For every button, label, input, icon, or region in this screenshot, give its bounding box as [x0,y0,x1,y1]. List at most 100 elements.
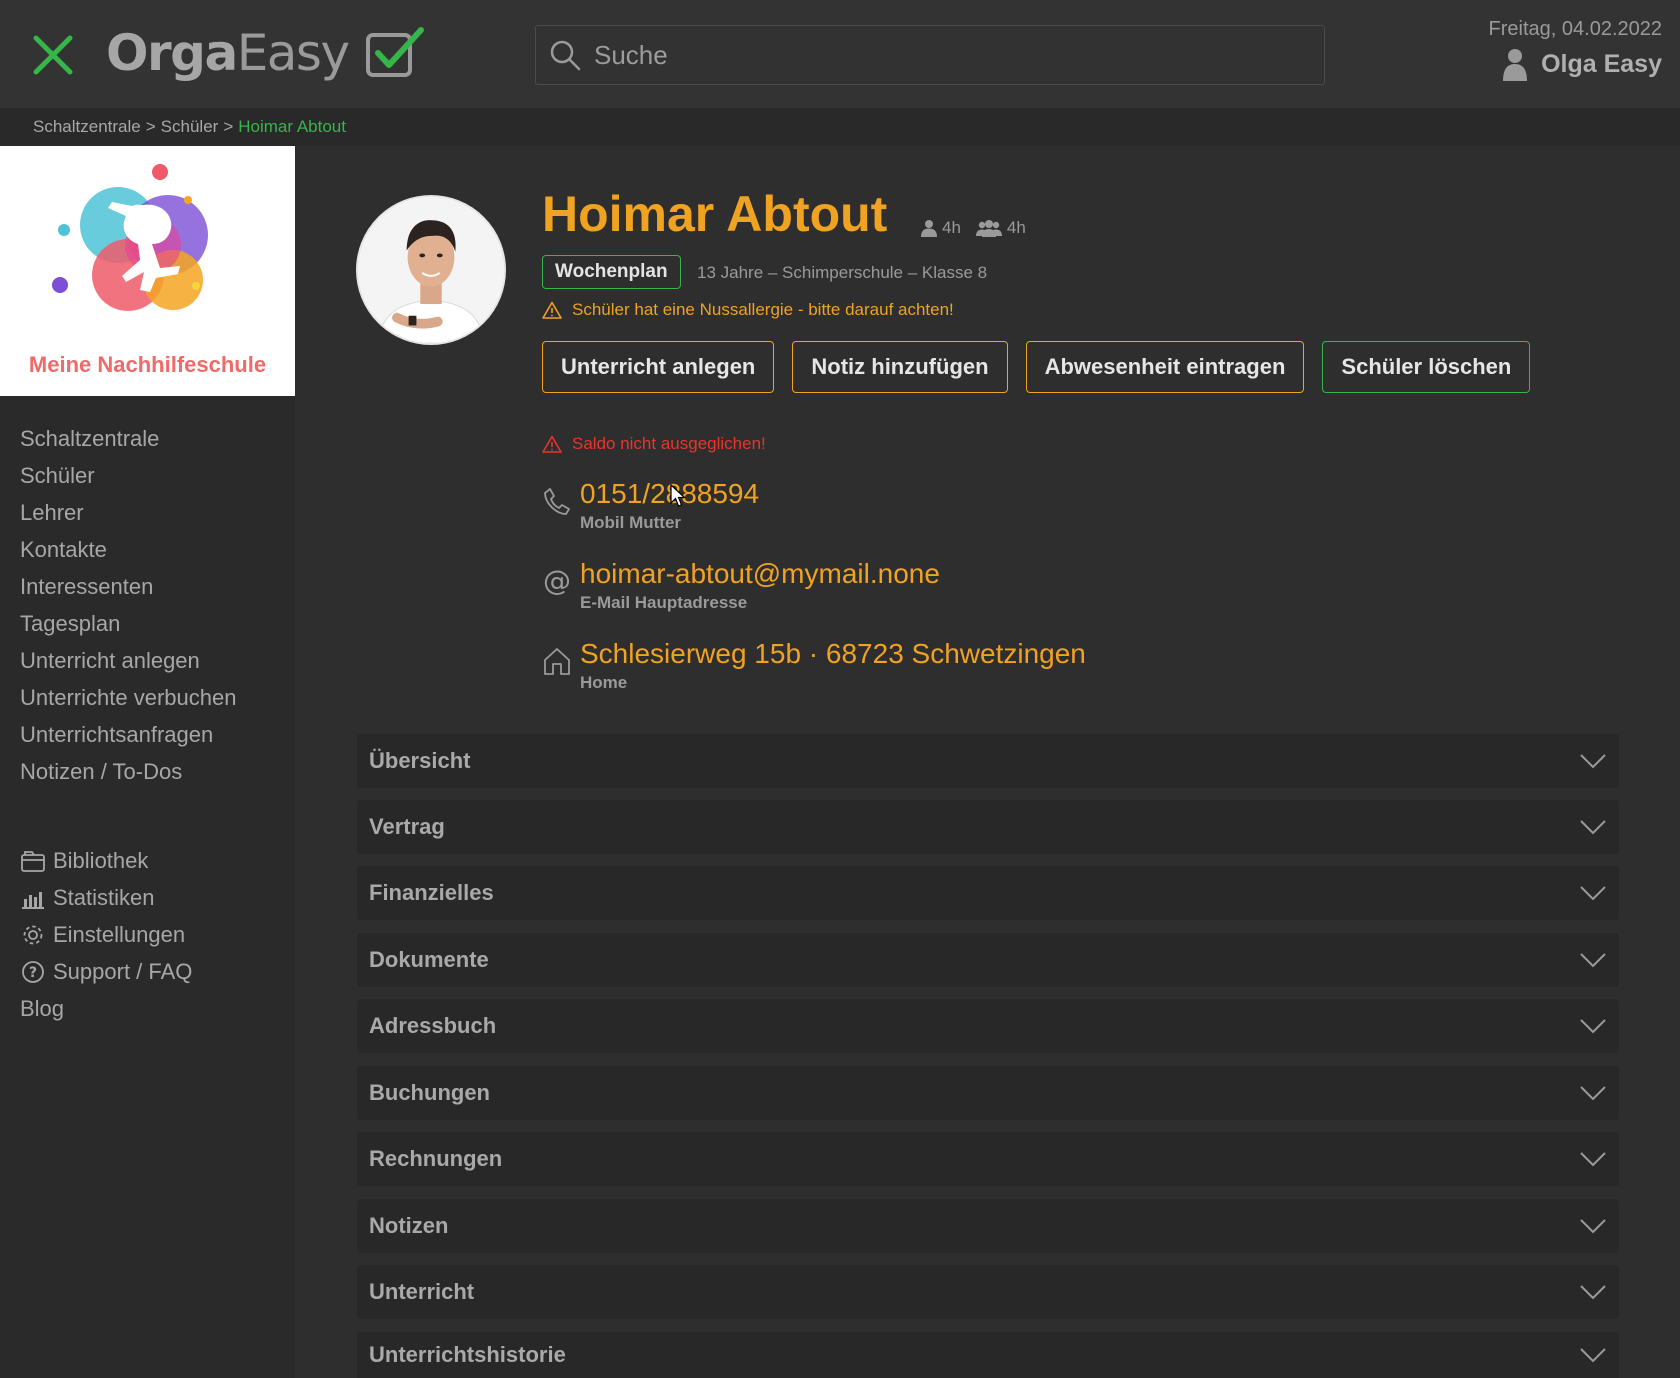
sidebar-item-label: Einstellungen [53,921,186,947]
single-lesson-icon [921,220,937,237]
wochenplan-badge[interactable]: Wochenplan [542,255,681,289]
section-title: Notizen [369,1213,449,1238]
sidebar-item-unterricht-anlegen[interactable]: Unterricht anlegen [20,642,295,679]
section-title: Adressbuch [369,1013,497,1038]
user-icon [1503,49,1528,81]
group-hours: 4h [1006,218,1026,237]
chevron-down-icon [1580,953,1606,968]
sidebar-item-support[interactable]: ? Support / FAQ [20,953,295,990]
breadcrumb-item-schueler[interactable]: Schüler [161,117,219,137]
current-date: Freitag, 04.02.2022 [1488,18,1662,40]
logo-bold-text: Orga [106,24,238,82]
add-note-button[interactable]: Notiz hinzufügen [792,341,1008,393]
warning-icon [542,435,562,453]
section-dokumente[interactable]: Dokumente [357,933,1619,987]
group-lesson-icon [975,220,1002,237]
postal-address[interactable]: Schlesierweg 15b · 68723 Schwetzingen [580,638,1086,670]
section-adressbuch[interactable]: Adressbuch [357,999,1619,1053]
warning-icon [542,301,562,319]
user-menu[interactable]: Olga Easy [1501,47,1662,81]
top-bar: OrgaEasy Freitag, 04.02.2022 Olga Easy [0,0,1680,108]
sidebar-item-label: Bibliothek [53,847,149,873]
section-title: Rechnungen [369,1146,503,1171]
sidebar-item-label: Statistiken [53,884,155,910]
app-logo[interactable]: OrgaEasy [106,18,425,88]
saldo-warning: Saldo nicht ausgeglichen! [542,434,766,454]
sidebar-item-notizen[interactable]: Notizen / To-Dos [20,753,295,790]
svg-text:?: ? [29,965,37,981]
sidebar-item-blog[interactable]: Blog [20,990,295,1027]
sidebar-item-schueler[interactable]: Schüler [20,457,295,494]
student-avatar [356,195,506,345]
section-notizen[interactable]: Notizen [357,1199,1619,1253]
school-logo-card[interactable]: Meine Nachhilfeschule [0,146,295,396]
chevron-down-icon [1580,1348,1606,1363]
section-title: Finanzielles [369,880,494,905]
saldo-warning-text: Saldo nicht ausgeglichen! [572,434,766,453]
student-name: Hoimar Abtout [542,186,888,242]
school-name: Meine Nachhilfeschule [28,352,267,377]
section-unterricht[interactable]: Unterricht [357,1265,1619,1319]
sidebar-item-interessenten[interactable]: Interessenten [20,568,295,605]
sidebar: Meine Nachhilfeschule Schaltzentrale Sch… [0,146,295,1378]
add-absence-button[interactable]: Abwesenheit eintragen [1025,341,1305,393]
breadcrumb-separator: > [145,117,156,136]
contact-email: @ hoimar-abtout@mymail.none E-Mail Haupt… [542,558,940,613]
section-buchungen[interactable]: Buchungen [357,1066,1619,1120]
user-name: Olga Easy [1541,49,1662,78]
allergy-warning-text: Schüler hat eine Nussallergie - bitte da… [572,300,954,319]
contact-address: Schlesierweg 15b · 68723 Schwetzingen Ho… [542,638,1086,693]
delete-student-button[interactable]: Schüler löschen [1322,341,1531,393]
section-title: Übersicht [369,748,471,773]
sidebar-item-bibliothek[interactable]: Bibliothek [20,842,295,879]
sidebar-item-schaltzentrale[interactable]: Schaltzentrale [20,420,295,457]
sidebar-item-lehrer[interactable]: Lehrer [20,494,295,531]
home-icon [544,648,570,675]
checkbox-check-icon [365,27,424,77]
mouse-cursor-icon [670,484,686,507]
chevron-down-icon [1580,886,1606,901]
single-hours: 4h [942,218,961,237]
chevron-down-icon [1580,1019,1606,1034]
gear-icon [23,925,43,944]
sidebar-item-label: Support / FAQ [53,958,193,984]
phone-icon [544,488,570,515]
student-meta: 13 Jahre – Schimperschule – Klasse 8 [697,263,988,282]
search-input[interactable] [594,39,1294,71]
action-buttons: Unterricht anlegen Notiz hinzufügen Abwe… [542,341,1548,393]
close-icon[interactable] [32,34,74,76]
allergy-warning: Schüler hat eine Nussallergie - bitte da… [542,300,954,320]
sidebar-item-unterrichtsanfragen[interactable]: Unterrichtsanfragen [20,716,295,753]
breadcrumb-item-schaltzentrale[interactable]: Schaltzentrale [33,117,141,137]
student-hours: 4h 4h [920,218,1026,238]
svg-text:@: @ [543,566,571,596]
sidebar-item-statistiken[interactable]: Statistiken [20,879,295,916]
sidebar-item-tagesplan[interactable]: Tagesplan [20,605,295,642]
breadcrumb-separator: > [223,117,234,136]
contact-phone: 0151/2888594 Mobil Mutter [542,478,759,533]
section-rechnungen[interactable]: Rechnungen [357,1132,1619,1186]
section-unterrichtshistorie[interactable]: Unterrichtshistorie [357,1332,1619,1378]
at-sign-icon: @ [543,566,571,596]
create-lesson-button[interactable]: Unterricht anlegen [542,341,775,393]
sidebar-item-kontakte[interactable]: Kontakte [20,531,295,568]
section-vertrag[interactable]: Vertrag [357,800,1619,854]
section-title: Unterrichtshistorie [369,1342,566,1367]
section-title: Dokumente [369,947,489,972]
statistics-icon [22,891,44,909]
sidebar-item-einstellungen[interactable]: Einstellungen [20,916,295,953]
email-address[interactable]: hoimar-abtout@mymail.none [580,558,940,590]
chevron-down-icon [1580,820,1606,835]
chevron-down-icon [1580,1285,1606,1300]
chevron-down-icon [1580,1086,1606,1101]
email-label: E-Mail Hauptadresse [580,593,748,612]
section-finanzielles[interactable]: Finanzielles [357,866,1619,920]
section-title: Vertrag [369,814,445,839]
search-icon[interactable] [548,38,582,72]
sidebar-item-unterrichte-verbuchen[interactable]: Unterrichte verbuchen [20,679,295,716]
search-box [535,25,1325,85]
section-title: Unterricht [369,1279,475,1304]
library-icon [21,850,45,872]
section-uebersicht[interactable]: Übersicht [357,734,1619,788]
logo-light-text: Easy [236,24,350,82]
